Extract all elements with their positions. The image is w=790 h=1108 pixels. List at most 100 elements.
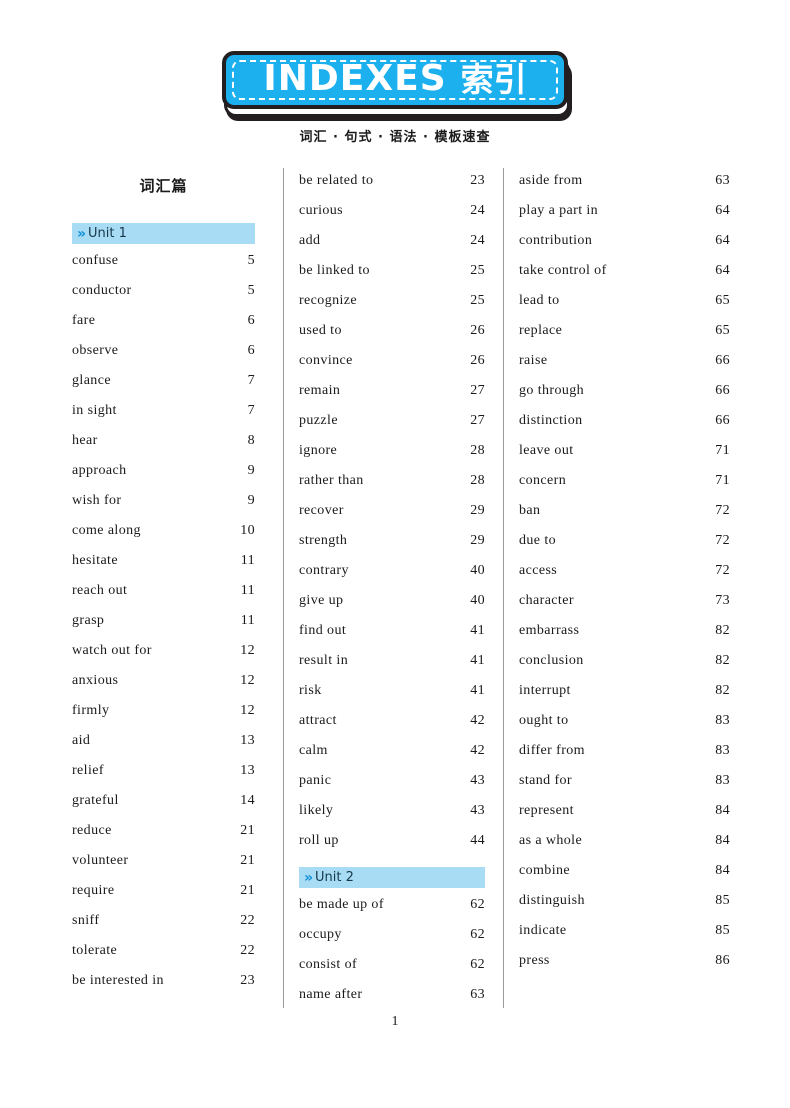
entry-page-number: 64 — [715, 263, 730, 278]
entry-page-number: 84 — [715, 833, 730, 848]
index-entry[interactable]: calm 42 — [299, 743, 485, 773]
index-entry[interactable]: remain 27 — [299, 383, 485, 413]
index-entry[interactable]: roll up 44 — [299, 833, 485, 863]
index-entry[interactable]: ban 72 — [519, 503, 730, 533]
index-entry[interactable]: name after 63 — [299, 987, 485, 1017]
index-entry[interactable]: indicate 85 — [519, 923, 730, 953]
index-entry[interactable]: stand for 83 — [519, 773, 730, 803]
index-entry[interactable]: lead to 65 — [519, 293, 730, 323]
index-entry[interactable]: curious 24 — [299, 203, 485, 233]
index-entry[interactable]: conclusion 82 — [519, 653, 730, 683]
entry-page-number: 22 — [240, 943, 255, 958]
index-entry[interactable]: access 72 — [519, 563, 730, 593]
index-entry[interactable]: hesitate 11 — [72, 553, 255, 583]
index-entry[interactable]: be interested in 23 — [72, 973, 255, 1003]
index-entry[interactable]: recognize 25 — [299, 293, 485, 323]
index-entry[interactable]: convince 26 — [299, 353, 485, 383]
entry-term: conductor — [72, 283, 132, 298]
index-entry[interactable]: be related to 23 — [299, 173, 485, 203]
title-banner: INDEXES 索引 — [222, 51, 572, 121]
index-entry[interactable]: contrary 40 — [299, 563, 485, 593]
index-entry[interactable]: represent 84 — [519, 803, 730, 833]
index-entry[interactable]: be linked to 25 — [299, 263, 485, 293]
index-entry[interactable]: consist of 62 — [299, 957, 485, 987]
index-entry[interactable]: result in 41 — [299, 653, 485, 683]
index-entry[interactable]: strength 29 — [299, 533, 485, 563]
index-entry[interactable]: give up 40 — [299, 593, 485, 623]
index-entry[interactable]: embarrass 82 — [519, 623, 730, 653]
index-entry[interactable]: distinction 66 — [519, 413, 730, 443]
index-entry[interactable]: recover 29 — [299, 503, 485, 533]
index-entry[interactable]: raise 66 — [519, 353, 730, 383]
index-entry[interactable]: play a part in 64 — [519, 203, 730, 233]
index-entry[interactable]: find out 41 — [299, 623, 485, 653]
index-entry[interactable]: watch out for 12 — [72, 643, 255, 673]
index-entry[interactable]: hear 8 — [72, 433, 255, 463]
entry-page-number: 25 — [470, 293, 485, 308]
index-entry[interactable]: distinguish 85 — [519, 893, 730, 923]
entry-term: convince — [299, 353, 353, 368]
index-entry[interactable]: come along 10 — [72, 523, 255, 553]
index-entry[interactable]: grasp 11 — [72, 613, 255, 643]
entry-page-number: 66 — [715, 383, 730, 398]
index-entry[interactable]: anxious 12 — [72, 673, 255, 703]
index-entry[interactable]: ought to 83 — [519, 713, 730, 743]
unit-header-unit-1[interactable]: » Unit 1 — [72, 223, 255, 244]
index-entry[interactable]: occupy 62 — [299, 927, 485, 957]
index-entry[interactable]: differ from 83 — [519, 743, 730, 773]
index-entry[interactable]: due to 72 — [519, 533, 730, 563]
index-entry[interactable]: observe 6 — [72, 343, 255, 373]
index-entry[interactable]: aside from 63 — [519, 173, 730, 203]
index-entry[interactable]: confuse 5 — [72, 253, 255, 283]
entry-page-number: 73 — [715, 593, 730, 608]
index-entry[interactable]: approach 9 — [72, 463, 255, 493]
index-entry[interactable]: tolerate 22 — [72, 943, 255, 973]
index-entry[interactable]: character 73 — [519, 593, 730, 623]
entry-page-number: 71 — [715, 473, 730, 488]
index-entry[interactable]: concern 71 — [519, 473, 730, 503]
entry-term: occupy — [299, 927, 342, 942]
index-entry[interactable]: add 24 — [299, 233, 485, 263]
index-entry[interactable]: ignore 28 — [299, 443, 485, 473]
index-entry[interactable]: risk 41 — [299, 683, 485, 713]
index-entry[interactable]: panic 43 — [299, 773, 485, 803]
unit-header-label: Unit 1 — [88, 226, 127, 241]
entry-page-number: 41 — [470, 683, 485, 698]
index-entry[interactable]: conductor 5 — [72, 283, 255, 313]
index-entry[interactable]: firmly 12 — [72, 703, 255, 733]
entry-term: raise — [519, 353, 548, 368]
index-entry[interactable]: reach out 11 — [72, 583, 255, 613]
index-entry[interactable]: relief 13 — [72, 763, 255, 793]
entry-term: observe — [72, 343, 119, 358]
index-entry[interactable]: interrupt 82 — [519, 683, 730, 713]
index-entry[interactable]: volunteer 21 — [72, 853, 255, 883]
index-entry[interactable]: fare 6 — [72, 313, 255, 343]
entry-page-number: 85 — [715, 893, 730, 908]
index-entry[interactable]: take control of 64 — [519, 263, 730, 293]
index-entry[interactable]: attract 42 — [299, 713, 485, 743]
index-entry[interactable]: glance 7 — [72, 373, 255, 403]
index-entry[interactable]: in sight 7 — [72, 403, 255, 433]
index-entry[interactable]: go through 66 — [519, 383, 730, 413]
index-entry[interactable]: puzzle 27 — [299, 413, 485, 443]
entry-term: concern — [519, 473, 567, 488]
index-entry[interactable]: combine 84 — [519, 863, 730, 893]
entry-page-number: 21 — [240, 823, 255, 838]
index-entry[interactable]: as a whole 84 — [519, 833, 730, 863]
index-entry[interactable]: contribution 64 — [519, 233, 730, 263]
index-entry[interactable]: likely 43 — [299, 803, 485, 833]
index-entry[interactable]: leave out 71 — [519, 443, 730, 473]
index-entry[interactable]: used to 26 — [299, 323, 485, 353]
index-entry[interactable]: sniff 22 — [72, 913, 255, 943]
index-entry[interactable]: be made up of 62 — [299, 897, 485, 927]
index-entry[interactable]: rather than 28 — [299, 473, 485, 503]
unit-header-unit-2[interactable]: » Unit 2 — [299, 867, 485, 888]
index-entry[interactable]: press 86 — [519, 953, 730, 983]
index-entry[interactable]: require 21 — [72, 883, 255, 913]
index-entry[interactable]: wish for 9 — [72, 493, 255, 523]
index-entry[interactable]: grateful 14 — [72, 793, 255, 823]
index-entry[interactable]: replace 65 — [519, 323, 730, 353]
index-entry[interactable]: aid 13 — [72, 733, 255, 763]
entry-term: be made up of — [299, 897, 384, 912]
index-entry[interactable]: reduce 21 — [72, 823, 255, 853]
